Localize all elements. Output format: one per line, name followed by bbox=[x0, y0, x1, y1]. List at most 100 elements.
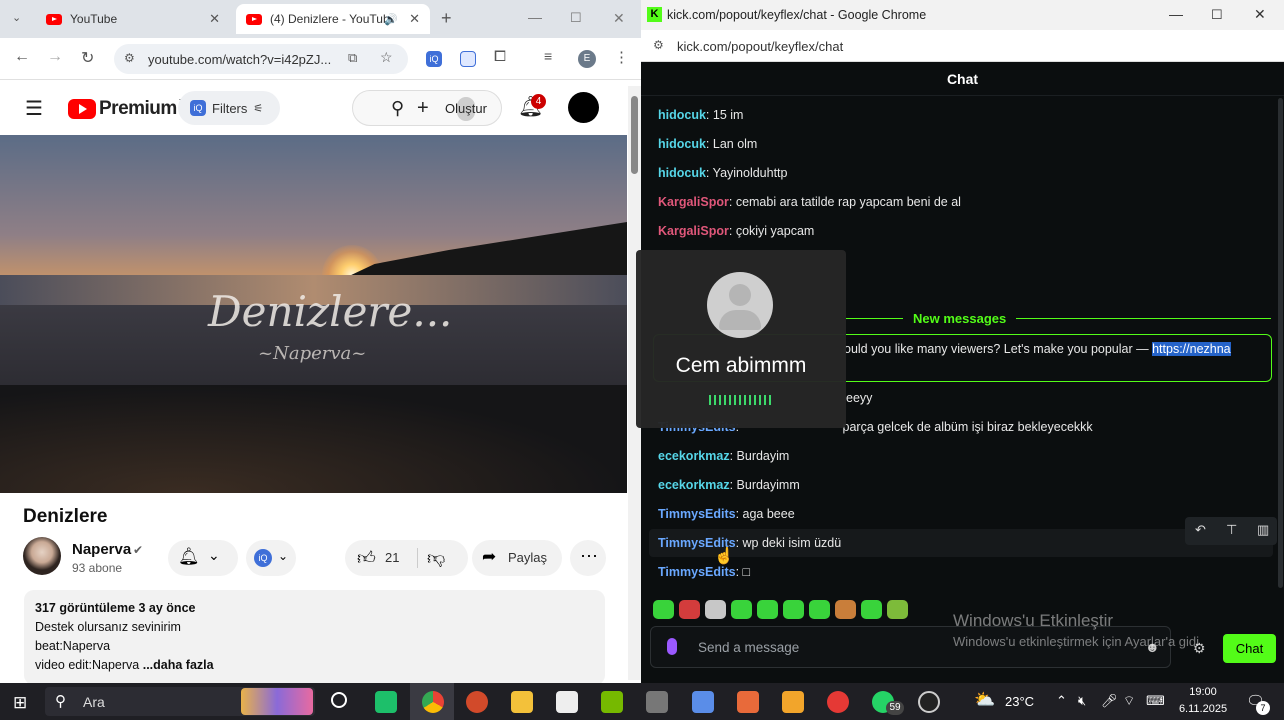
close-tab-icon[interactable]: ✕ bbox=[209, 11, 220, 27]
windows-start-icon[interactable]: ⊞ bbox=[13, 693, 27, 713]
clock-date[interactable]: 6.11.2025 bbox=[1174, 703, 1232, 715]
chat-message[interactable]: ecekorkmaz: Burdayim bbox=[658, 449, 789, 463]
minimize-icon[interactable]: — bbox=[528, 9, 542, 25]
tab-youtube[interactable]: YouTube ✕ bbox=[36, 4, 232, 34]
maximize-icon[interactable]: ☐ bbox=[570, 10, 582, 26]
capcut-icon[interactable] bbox=[556, 691, 578, 713]
chat-scrollbar[interactable] bbox=[1278, 98, 1283, 588]
reload-icon[interactable]: ↻ bbox=[81, 48, 94, 68]
emote-icon[interactable] bbox=[705, 600, 726, 619]
url-input[interactable]: ⚙ youtube.com/watch?v=i42pZJ... ⧉ ☆ bbox=[114, 44, 408, 74]
hamburger-menu-icon[interactable]: ☰ bbox=[25, 96, 43, 121]
file-explorer-icon[interactable] bbox=[511, 691, 533, 713]
chat-message[interactable]: eeyy bbox=[846, 391, 872, 405]
iq-extension-icon[interactable]: iQ bbox=[426, 51, 442, 67]
tab-search-icon[interactable]: ⌄ bbox=[12, 11, 21, 24]
account-avatar[interactable] bbox=[568, 92, 599, 123]
channel-avatar[interactable] bbox=[23, 537, 61, 575]
back-icon[interactable]: ← bbox=[14, 48, 30, 66]
chat-message[interactable]: TimmysEdits: □ bbox=[658, 565, 750, 579]
chat-message[interactable]: hidocuk: 15 im bbox=[658, 108, 743, 122]
chat-message[interactable]: KargaliSpor: çokiyi yapcam bbox=[658, 224, 814, 238]
search-create-bar[interactable]: ⚲ + Oluştur bbox=[352, 90, 502, 126]
microphone-tray-icon[interactable]: 🎤︎ bbox=[1101, 693, 1118, 709]
keyboard-icon[interactable]: ⌨ bbox=[1146, 693, 1165, 709]
bookmark-star-icon[interactable]: ☆ bbox=[380, 49, 393, 66]
chrome-menu-icon[interactable]: ⋮ bbox=[614, 48, 629, 66]
taskbar-app-icon[interactable] bbox=[918, 691, 940, 713]
tab-denizlere[interactable]: (4) Denizlere - YouTub 🔊 ✕ bbox=[236, 4, 430, 34]
emote-icon[interactable] bbox=[731, 600, 752, 619]
microphone-icon[interactable] bbox=[457, 97, 475, 121]
taskbar-app-icon[interactable] bbox=[466, 691, 488, 713]
dislike-thumb-icon[interactable]: 👎︎ bbox=[427, 547, 445, 569]
channel-name[interactable]: Naperva bbox=[72, 541, 131, 558]
speaker-icon[interactable]: 🔊 bbox=[384, 13, 398, 26]
new-tab-icon[interactable]: + bbox=[441, 8, 452, 29]
chat-message[interactable]: ecekorkmaz: Burdayimm bbox=[658, 478, 800, 492]
emote-icon[interactable] bbox=[653, 600, 674, 619]
chat-message[interactable]: hidocuk: Yayinolduhttp bbox=[658, 166, 787, 180]
promo-link[interactable]: https://nezhna bbox=[1152, 342, 1231, 356]
extension-icon[interactable] bbox=[460, 51, 476, 67]
close-window-icon[interactable]: ✕ bbox=[613, 10, 625, 27]
site-info-icon[interactable]: ⚙ bbox=[653, 38, 664, 52]
subscription-bell-button[interactable]: 🔔︎ ⌄ bbox=[168, 540, 238, 576]
emote-icon[interactable] bbox=[887, 600, 908, 619]
reply-icon[interactable]: ↶ bbox=[1195, 522, 1206, 538]
call-popup[interactable]: Cem abimmm bbox=[636, 250, 846, 428]
emote-icon[interactable] bbox=[679, 600, 700, 619]
search-icon[interactable]: ⚲ bbox=[391, 98, 404, 119]
taskbar-app-icon[interactable] bbox=[827, 691, 849, 713]
clock-time[interactable]: 19:00 bbox=[1178, 686, 1228, 698]
more-actions-button[interactable]: ⋯ bbox=[570, 540, 606, 576]
chat-message[interactable]: TimmysEdits: wp deki isim üzdü bbox=[658, 536, 841, 550]
like-thumb-icon[interactable]: 👍︎ bbox=[357, 547, 376, 569]
maximize-icon[interactable]: ☐ bbox=[1211, 7, 1223, 23]
emote-icon[interactable] bbox=[835, 600, 856, 619]
pin-icon[interactable]: ⊤ bbox=[1226, 522, 1237, 538]
show-more-link[interactable]: ...daha fazla bbox=[143, 658, 214, 672]
install-icon[interactable]: ⧉ bbox=[348, 50, 357, 66]
taskbar-app-icon[interactable] bbox=[375, 691, 397, 713]
taskbar-search-box[interactable]: ⚲ Ara bbox=[45, 687, 315, 716]
url-text[interactable]: kick.com/popout/keyflex/chat bbox=[677, 39, 843, 54]
forward-icon[interactable]: → bbox=[47, 48, 63, 66]
taskbar-app-icon[interactable] bbox=[782, 691, 804, 713]
close-window-icon[interactable]: ✕ bbox=[1254, 6, 1266, 23]
description-box[interactable]: 317 görüntüleme 3 ay önce Destek olursan… bbox=[24, 590, 605, 683]
mic-icon[interactable] bbox=[667, 638, 677, 655]
delete-icon[interactable]: ▥ bbox=[1257, 522, 1269, 538]
chat-message[interactable]: TimmysEdits: aga beee bbox=[658, 507, 795, 521]
media-control-icon[interactable]: ≡ bbox=[544, 48, 552, 64]
taskbar-app-icon[interactable] bbox=[646, 691, 668, 713]
puzzle-extensions-icon[interactable]: ⧠ bbox=[494, 48, 506, 65]
share-button[interactable]: ➦ Paylaş bbox=[472, 540, 562, 576]
profile-avatar[interactable]: E bbox=[578, 50, 596, 68]
emote-icon[interactable] bbox=[757, 600, 778, 619]
temperature[interactable]: 23°C bbox=[1005, 694, 1034, 709]
taskbar-app-icon[interactable] bbox=[692, 691, 714, 713]
tray-chevron-icon[interactable]: ⌃ bbox=[1056, 693, 1067, 709]
site-info-icon[interactable]: ⚙ bbox=[124, 51, 135, 65]
chrome-icon[interactable] bbox=[422, 691, 444, 713]
emote-icon[interactable] bbox=[809, 600, 830, 619]
wifi-icon[interactable]: ⌔ bbox=[1123, 693, 1135, 709]
nvidia-icon[interactable] bbox=[601, 691, 623, 713]
youtube-premium-logo[interactable]: Premium TR bbox=[68, 98, 189, 120]
emote-icon[interactable] bbox=[861, 600, 882, 619]
minimize-icon[interactable]: — bbox=[1169, 6, 1183, 22]
iq-dropdown-button[interactable]: iQ ⌄ bbox=[246, 540, 296, 576]
close-tab-icon[interactable]: ✕ bbox=[409, 11, 420, 27]
video-player[interactable]: Denizlere... ~Naperva~ bbox=[0, 135, 627, 493]
chat-message[interactable]: KargaliSpor: cemabi ara tatilde rap yapc… bbox=[658, 195, 961, 209]
create-plus-icon[interactable]: + bbox=[417, 97, 429, 120]
filters-button[interactable]: iQ Filters ⚟ bbox=[178, 91, 280, 125]
send-chat-button[interactable]: Chat bbox=[1223, 634, 1276, 663]
cortana-icon[interactable] bbox=[331, 692, 347, 708]
taskbar-app-icon[interactable] bbox=[737, 691, 759, 713]
volume-muted-icon[interactable]: 🔇︎ bbox=[1078, 693, 1086, 709]
weather-icon[interactable]: ⛅ bbox=[974, 690, 995, 710]
chat-message[interactable]: hidocuk: Lan olm bbox=[658, 137, 757, 151]
emote-icon[interactable] bbox=[783, 600, 804, 619]
